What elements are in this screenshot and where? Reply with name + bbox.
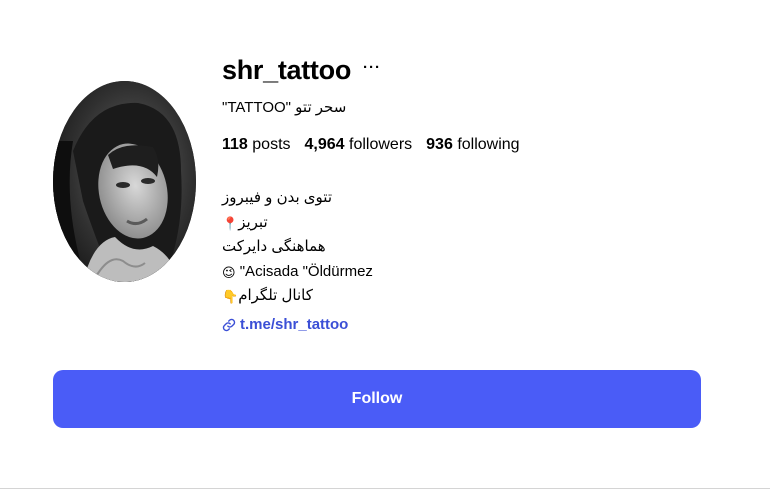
bio-text: تبریز [238,213,268,231]
profile-stats: 118 posts 4,964 followers 936 following [222,134,722,156]
bio-line: 😉 "Acisada "Öldürmez [222,260,722,285]
profile-link-text[interactable]: t.me/shr_tattoo [240,316,348,333]
avatar[interactable] [53,81,196,282]
profile-photo-image [53,81,196,282]
following-count[interactable]: 936 following [426,134,519,156]
profile-link[interactable]: t.me/shr_tattoo [222,314,722,336]
posts-label: posts [252,136,291,153]
posts-number: 118 [222,136,248,153]
bio-text: تتوی بدن و فیبروز [222,189,332,206]
full-name: سحر تتو "TATTOO" [222,99,347,116]
divider [0,488,770,489]
bio-text: هماهنگی دایرکت [222,238,326,255]
ellipsis-icon[interactable]: ··· [363,59,381,76]
bio-line: 👇کانال تلگرام [222,284,722,309]
bio-text: "Acisada "Öldürmez [239,262,373,280]
username-row: shr_tattoo ··· [222,50,722,90]
wink-emoji-icon: 😉 [222,265,236,281]
bio-line: هماهنگی دایرکت [222,235,722,260]
pointing-down-icon: 👇 [222,290,239,305]
bio-line: تتوی بدن و فیبروز [222,186,722,211]
followers-count[interactable]: 4,964 followers [305,134,413,156]
bio-line: 📍تبریز [222,211,722,236]
following-number: 936 [426,136,453,153]
posts-count[interactable]: 118 posts [222,134,291,156]
follow-button[interactable]: Follow [53,370,701,428]
following-label: following [457,136,520,153]
link-chain-icon [222,318,236,331]
profile-info: shr_tattoo ··· سحر تتو "TATTOO" 118 post… [222,50,722,336]
followers-number: 4,964 [304,136,345,153]
bio-text: کانال تلگرام [238,287,313,304]
bio: تتوی بدن و فیبروز 📍تبریز هماهنگی دایرکت … [222,186,722,309]
username: shr_tattoo [222,54,352,85]
pin-icon: 📍 [222,216,239,232]
followers-label: followers [349,136,413,153]
